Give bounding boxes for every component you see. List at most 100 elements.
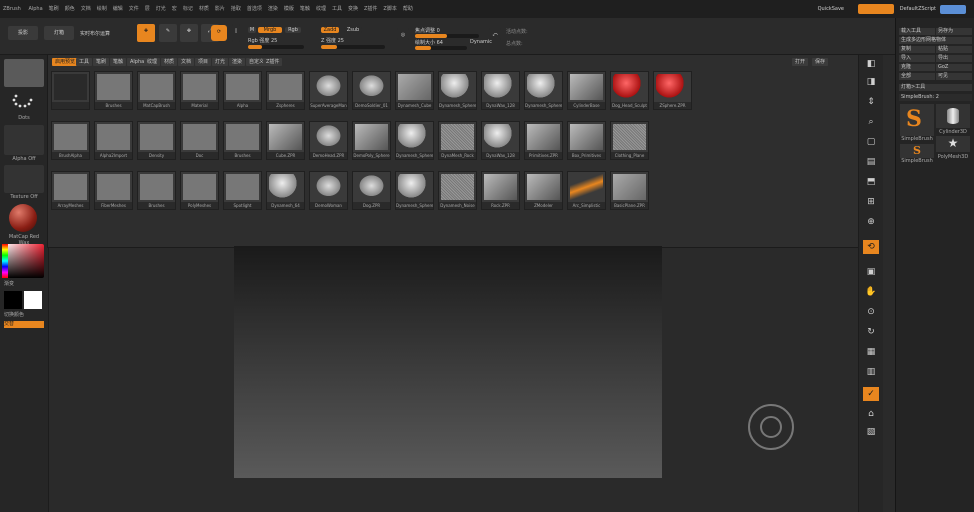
secondary-color-swatch[interactable]: [24, 291, 42, 309]
actual-icon[interactable]: ▢: [863, 135, 879, 149]
move-view-icon[interactable]: ✋: [863, 285, 879, 299]
solo-icon[interactable]: ⌂: [863, 407, 879, 421]
menu-item[interactable]: 纹理: [313, 0, 329, 18]
bpr-icon[interactable]: ◧: [863, 57, 879, 71]
spix-icon[interactable]: ◨: [863, 75, 879, 89]
tool-thumbnail[interactable]: Dog_Head_Sculpt: [610, 71, 649, 110]
popup-tab[interactable]: 文档: [178, 58, 195, 66]
make-polymesh-button[interactable]: 生成多边形网格物体: [899, 37, 972, 44]
tool-thumbnail[interactable]: BasicPlane.ZPR: [610, 171, 649, 210]
tool-thumbnail[interactable]: Material: [180, 71, 219, 110]
tool-slot-simplebrush[interactable]: S: [900, 104, 934, 136]
tool-thumbnail[interactable]: Zspheres: [266, 71, 305, 110]
local-icon[interactable]: ⊕: [863, 215, 879, 229]
menu-item[interactable]: 层: [142, 0, 153, 18]
edit-mode-button[interactable]: ✚: [137, 24, 155, 42]
polyf-icon[interactable]: ▦: [863, 345, 879, 359]
menu-item[interactable]: 变换: [345, 0, 361, 18]
material-tile[interactable]: [4, 203, 44, 233]
tool-thumbnail[interactable]: DemoWoman: [309, 171, 348, 210]
paste-tool-button[interactable]: 粘贴: [936, 46, 972, 53]
live-boolean-label[interactable]: 实时布尔运算: [80, 30, 110, 37]
tool-thumbnail[interactable]: Doc: [180, 121, 219, 160]
menu-item[interactable]: Alpha: [25, 0, 45, 18]
menu-item[interactable]: 宏: [169, 0, 180, 18]
popup-tab[interactable]: 纹理: [144, 58, 161, 66]
tool-thumbnail[interactable]: DynaWax_128: [481, 71, 520, 110]
aahalf-icon[interactable]: ▤: [863, 155, 879, 169]
popup-open-button[interactable]: 打开: [792, 58, 809, 66]
floor-icon[interactable]: ⊞: [863, 195, 879, 209]
gradient-label[interactable]: 渐变: [4, 280, 44, 287]
menu-item[interactable]: 文件: [126, 0, 142, 18]
menu-item[interactable]: 标记: [180, 0, 196, 18]
frame-icon[interactable]: ▣: [863, 265, 879, 279]
popup-tab[interactable]: Z插件: [263, 58, 283, 66]
tool-thumbnail[interactable]: DynaMesh_Rock: [438, 121, 477, 160]
tool-thumbnail[interactable]: Dynamesh_Sphere: [395, 121, 434, 160]
transp-icon[interactable]: ▥: [863, 365, 879, 379]
menu-item[interactable]: 首选项: [244, 0, 265, 18]
zsub-button[interactable]: Zsub: [344, 27, 362, 33]
save-as-button[interactable]: 另存为: [936, 28, 972, 35]
draw-size-slider[interactable]: [415, 46, 467, 50]
lightbox-button[interactable]: 灯箱: [44, 26, 74, 40]
tool-thumbnail[interactable]: Rock.ZPR: [481, 171, 520, 210]
tool-thumbnail[interactable]: Dynamesh_Sphere: [524, 71, 563, 110]
popup-tab[interactable]: 项目: [195, 58, 212, 66]
popup-tab[interactable]: 材质: [161, 58, 178, 66]
menu-orange-toggle[interactable]: [858, 4, 894, 14]
hue-strip[interactable]: [2, 244, 8, 278]
load-tool-button[interactable]: 载入工具: [899, 28, 935, 35]
tool-thumbnail[interactable]: Dog.ZPR: [352, 171, 391, 210]
rgb-intensity-slider[interactable]: [248, 45, 304, 49]
menu-item[interactable]: Z脚本: [380, 0, 399, 18]
z-intensity-slider[interactable]: [321, 45, 385, 49]
tool-thumbnail[interactable]: [51, 71, 90, 110]
tool-thumbnail[interactable]: Dynamesh_Noise: [438, 171, 477, 210]
alpha-tile[interactable]: [4, 125, 44, 155]
lightbox-tool-button[interactable]: 灯箱>工具: [899, 84, 972, 91]
tool-thumbnail[interactable]: Brushes: [94, 71, 133, 110]
tool-thumbnail[interactable]: Alpha2Import: [94, 121, 133, 160]
all-button[interactable]: 全部: [899, 73, 935, 80]
dynamic-persp-icon[interactable]: ✓: [863, 387, 879, 401]
tool-thumbnail[interactable]: Brushes: [137, 171, 176, 210]
zoom-icon[interactable]: ⌕: [863, 115, 879, 129]
tool-thumbnail[interactable]: Dynamesh_64: [266, 171, 305, 210]
primary-color-swatch[interactable]: [4, 291, 22, 309]
goz-button[interactable]: GoZ: [936, 64, 972, 71]
popup-save-button[interactable]: 保存: [812, 58, 829, 66]
rotate-view-icon[interactable]: ↻: [863, 325, 879, 339]
alternate-button[interactable]: 交替: [4, 321, 44, 328]
menu-item[interactable]: 颜色: [62, 0, 78, 18]
menu-item[interactable]: 工具: [329, 0, 345, 18]
tool-thumbnail[interactable]: FiberMeshes: [94, 171, 133, 210]
tool-thumbnail[interactable]: ZSphere.ZPR: [653, 71, 692, 110]
stroke-icon[interactable]: ⤺: [489, 28, 501, 40]
popup-tab[interactable]: 渲染: [229, 58, 246, 66]
navigation-gizmo[interactable]: [748, 404, 794, 450]
move-mode-button[interactable]: ✥: [180, 24, 198, 42]
color-picker[interactable]: [2, 244, 44, 278]
brush-tile[interactable]: [4, 59, 44, 87]
visible-button[interactable]: 可见: [936, 73, 972, 80]
tool-thumbnail[interactable]: ArrayMeshes: [51, 171, 90, 210]
texture-tile[interactable]: [4, 165, 44, 193]
zoom-view-icon[interactable]: ⊙: [863, 305, 879, 319]
import-button[interactable]: 导入: [899, 55, 935, 62]
m-button[interactable]: M: [248, 27, 256, 33]
dynamic-button[interactable]: Dynamic: [470, 39, 492, 45]
menu-item[interactable]: 灯光: [153, 0, 169, 18]
menu-item[interactable]: 笔触: [297, 0, 313, 18]
tool-slot-simplebrush-small[interactable]: S: [900, 144, 934, 158]
menu-item[interactable]: 材质: [196, 0, 212, 18]
scroll-icon[interactable]: ⇕: [863, 95, 879, 109]
tool-thumbnail[interactable]: PolyMeshes: [180, 171, 219, 210]
tool-thumbnail[interactable]: Dynamesh_Sphere: [438, 71, 477, 110]
rgb-button[interactable]: Rgb: [285, 27, 301, 33]
tool-thumbnail[interactable]: DemoHead.ZPR: [309, 121, 348, 160]
focal-icon[interactable]: ◎: [397, 28, 409, 40]
tool-thumbnail[interactable]: Alpha: [223, 71, 262, 110]
tool-thumbnail[interactable]: Density: [137, 121, 176, 160]
